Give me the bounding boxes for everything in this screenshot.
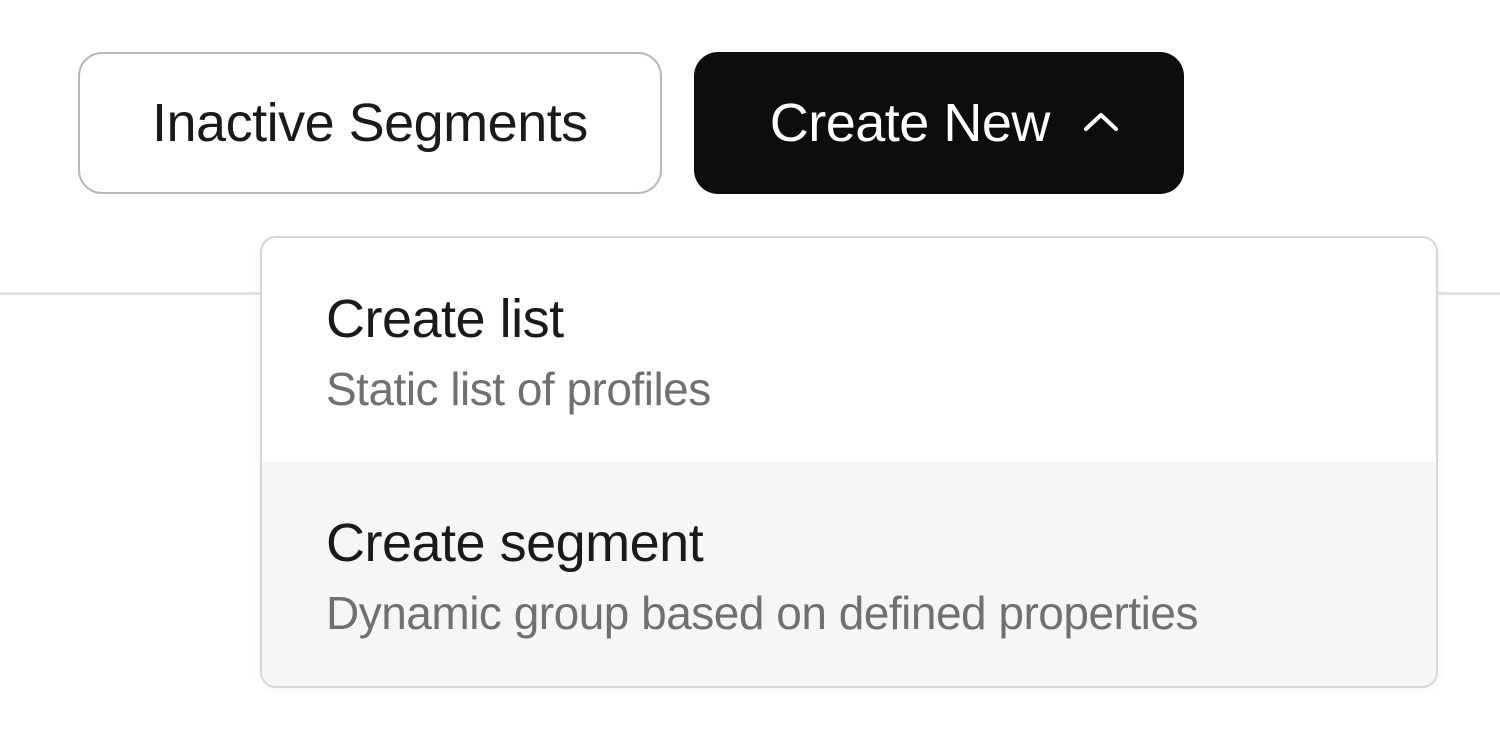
- dropdown-item-description: Dynamic group based on defined propertie…: [326, 586, 1372, 640]
- create-new-dropdown: Create list Static list of profiles Crea…: [260, 236, 1438, 688]
- inactive-segments-button[interactable]: Inactive Segments: [78, 52, 662, 194]
- chevron-up-icon: [1082, 111, 1120, 135]
- dropdown-item-description: Static list of profiles: [326, 362, 1372, 416]
- create-new-button[interactable]: Create New: [694, 52, 1184, 194]
- dropdown-item-title: Create segment: [326, 512, 1372, 574]
- dropdown-item-title: Create list: [326, 288, 1372, 350]
- toolbar: Inactive Segments Create New: [0, 0, 1500, 194]
- dropdown-item-create-segment[interactable]: Create segment Dynamic group based on de…: [262, 462, 1436, 686]
- dropdown-item-create-list[interactable]: Create list Static list of profiles: [262, 238, 1436, 462]
- create-new-label: Create New: [770, 92, 1050, 154]
